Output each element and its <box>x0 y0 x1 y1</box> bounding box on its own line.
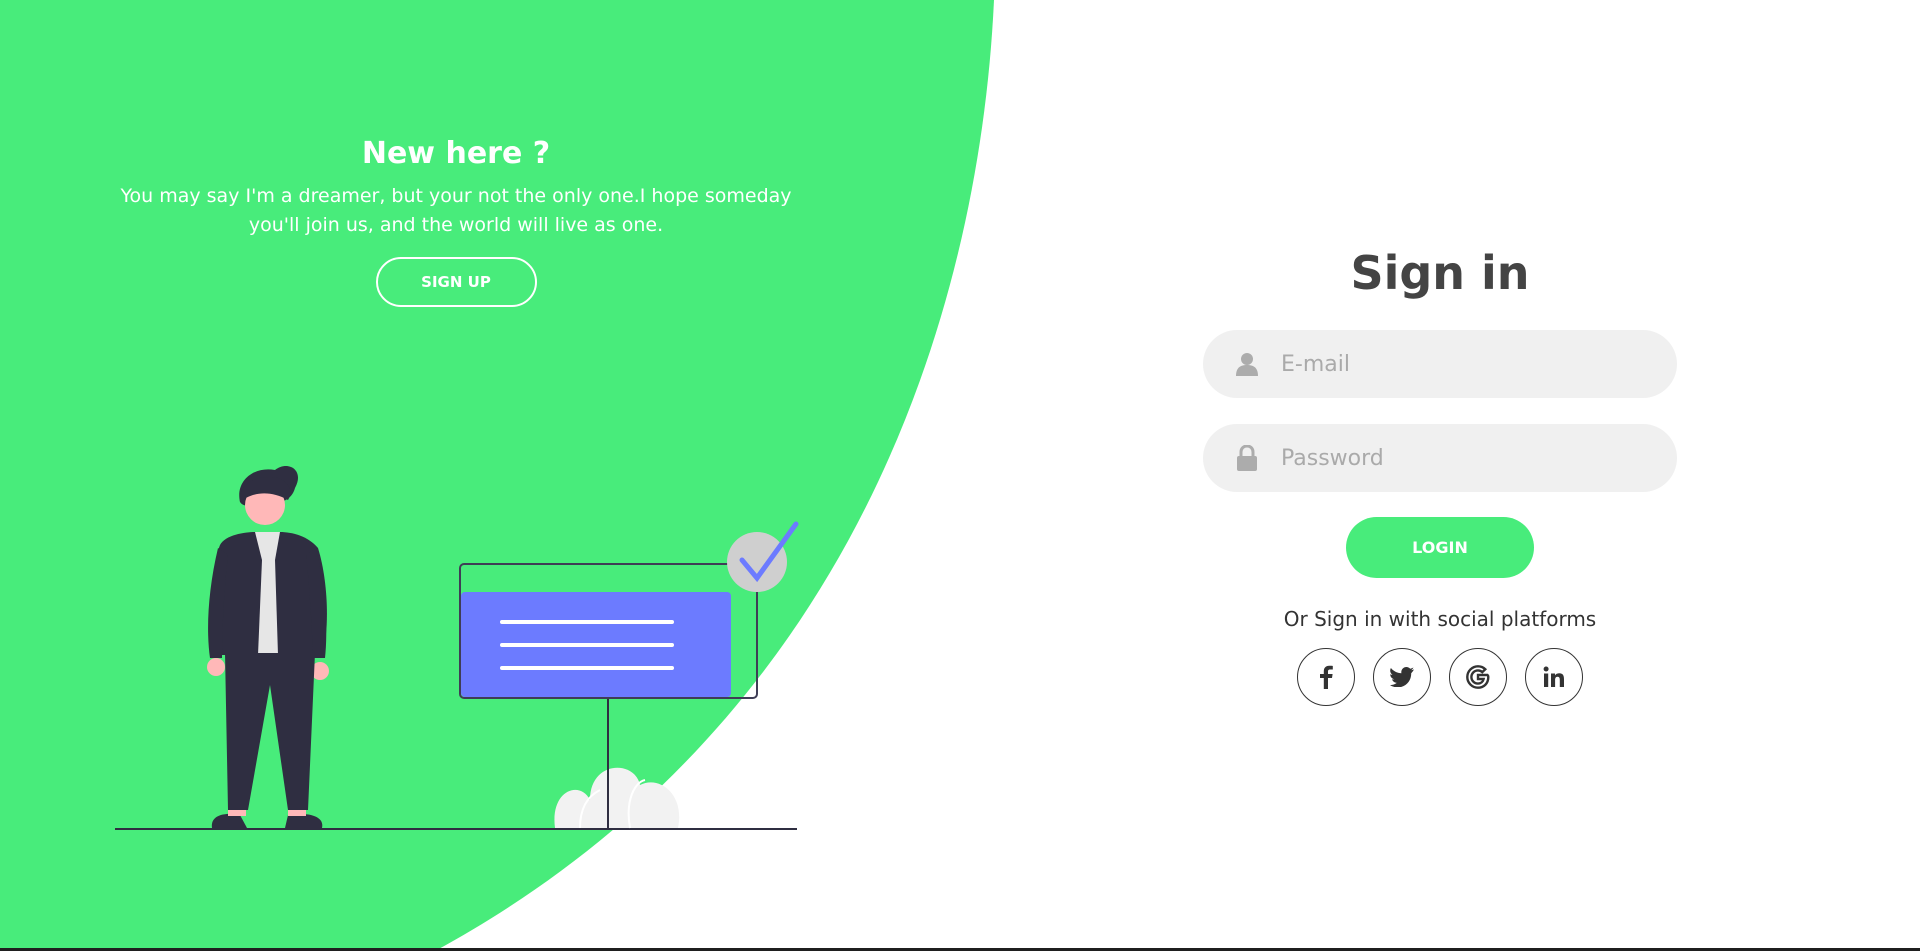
linkedin-icon <box>1543 666 1564 687</box>
social-media-buttons <box>1203 648 1677 706</box>
user-icon <box>1233 350 1261 378</box>
password-input[interactable] <box>1279 444 1677 472</box>
email-field[interactable] <box>1203 330 1677 398</box>
new-here-title: New here ? <box>361 136 551 171</box>
linkedin-button[interactable] <box>1525 648 1583 706</box>
new-here-description: You may say I'm a dreamer, but your not … <box>120 185 792 236</box>
new-here-panel: New here ? You may say I'm a dreamer, bu… <box>100 130 812 307</box>
person-figure <box>207 466 329 828</box>
sign-in-title: Sign in <box>1350 246 1530 300</box>
lock-icon <box>1233 444 1261 472</box>
email-input[interactable] <box>1279 350 1677 378</box>
sign-in-form: Sign in LOGIN Or Sign in with social pla… <box>1203 240 1677 706</box>
plant-illustration <box>554 767 680 829</box>
signin-page: New here ? You may say I'm a dreamer, bu… <box>0 0 1920 951</box>
google-icon <box>1466 665 1490 689</box>
facebook-icon <box>1320 665 1333 689</box>
google-button[interactable] <box>1449 648 1507 706</box>
twitter-button[interactable] <box>1373 648 1431 706</box>
twitter-icon <box>1390 667 1414 687</box>
facebook-button[interactable] <box>1297 648 1355 706</box>
sign-up-button[interactable]: SIGN UP <box>375 257 537 307</box>
login-button[interactable]: LOGIN <box>1346 517 1534 578</box>
password-field[interactable] <box>1203 424 1677 492</box>
social-signin-text: Or Sign in with social platforms <box>1283 607 1597 631</box>
person-with-board-illustration <box>115 466 799 830</box>
